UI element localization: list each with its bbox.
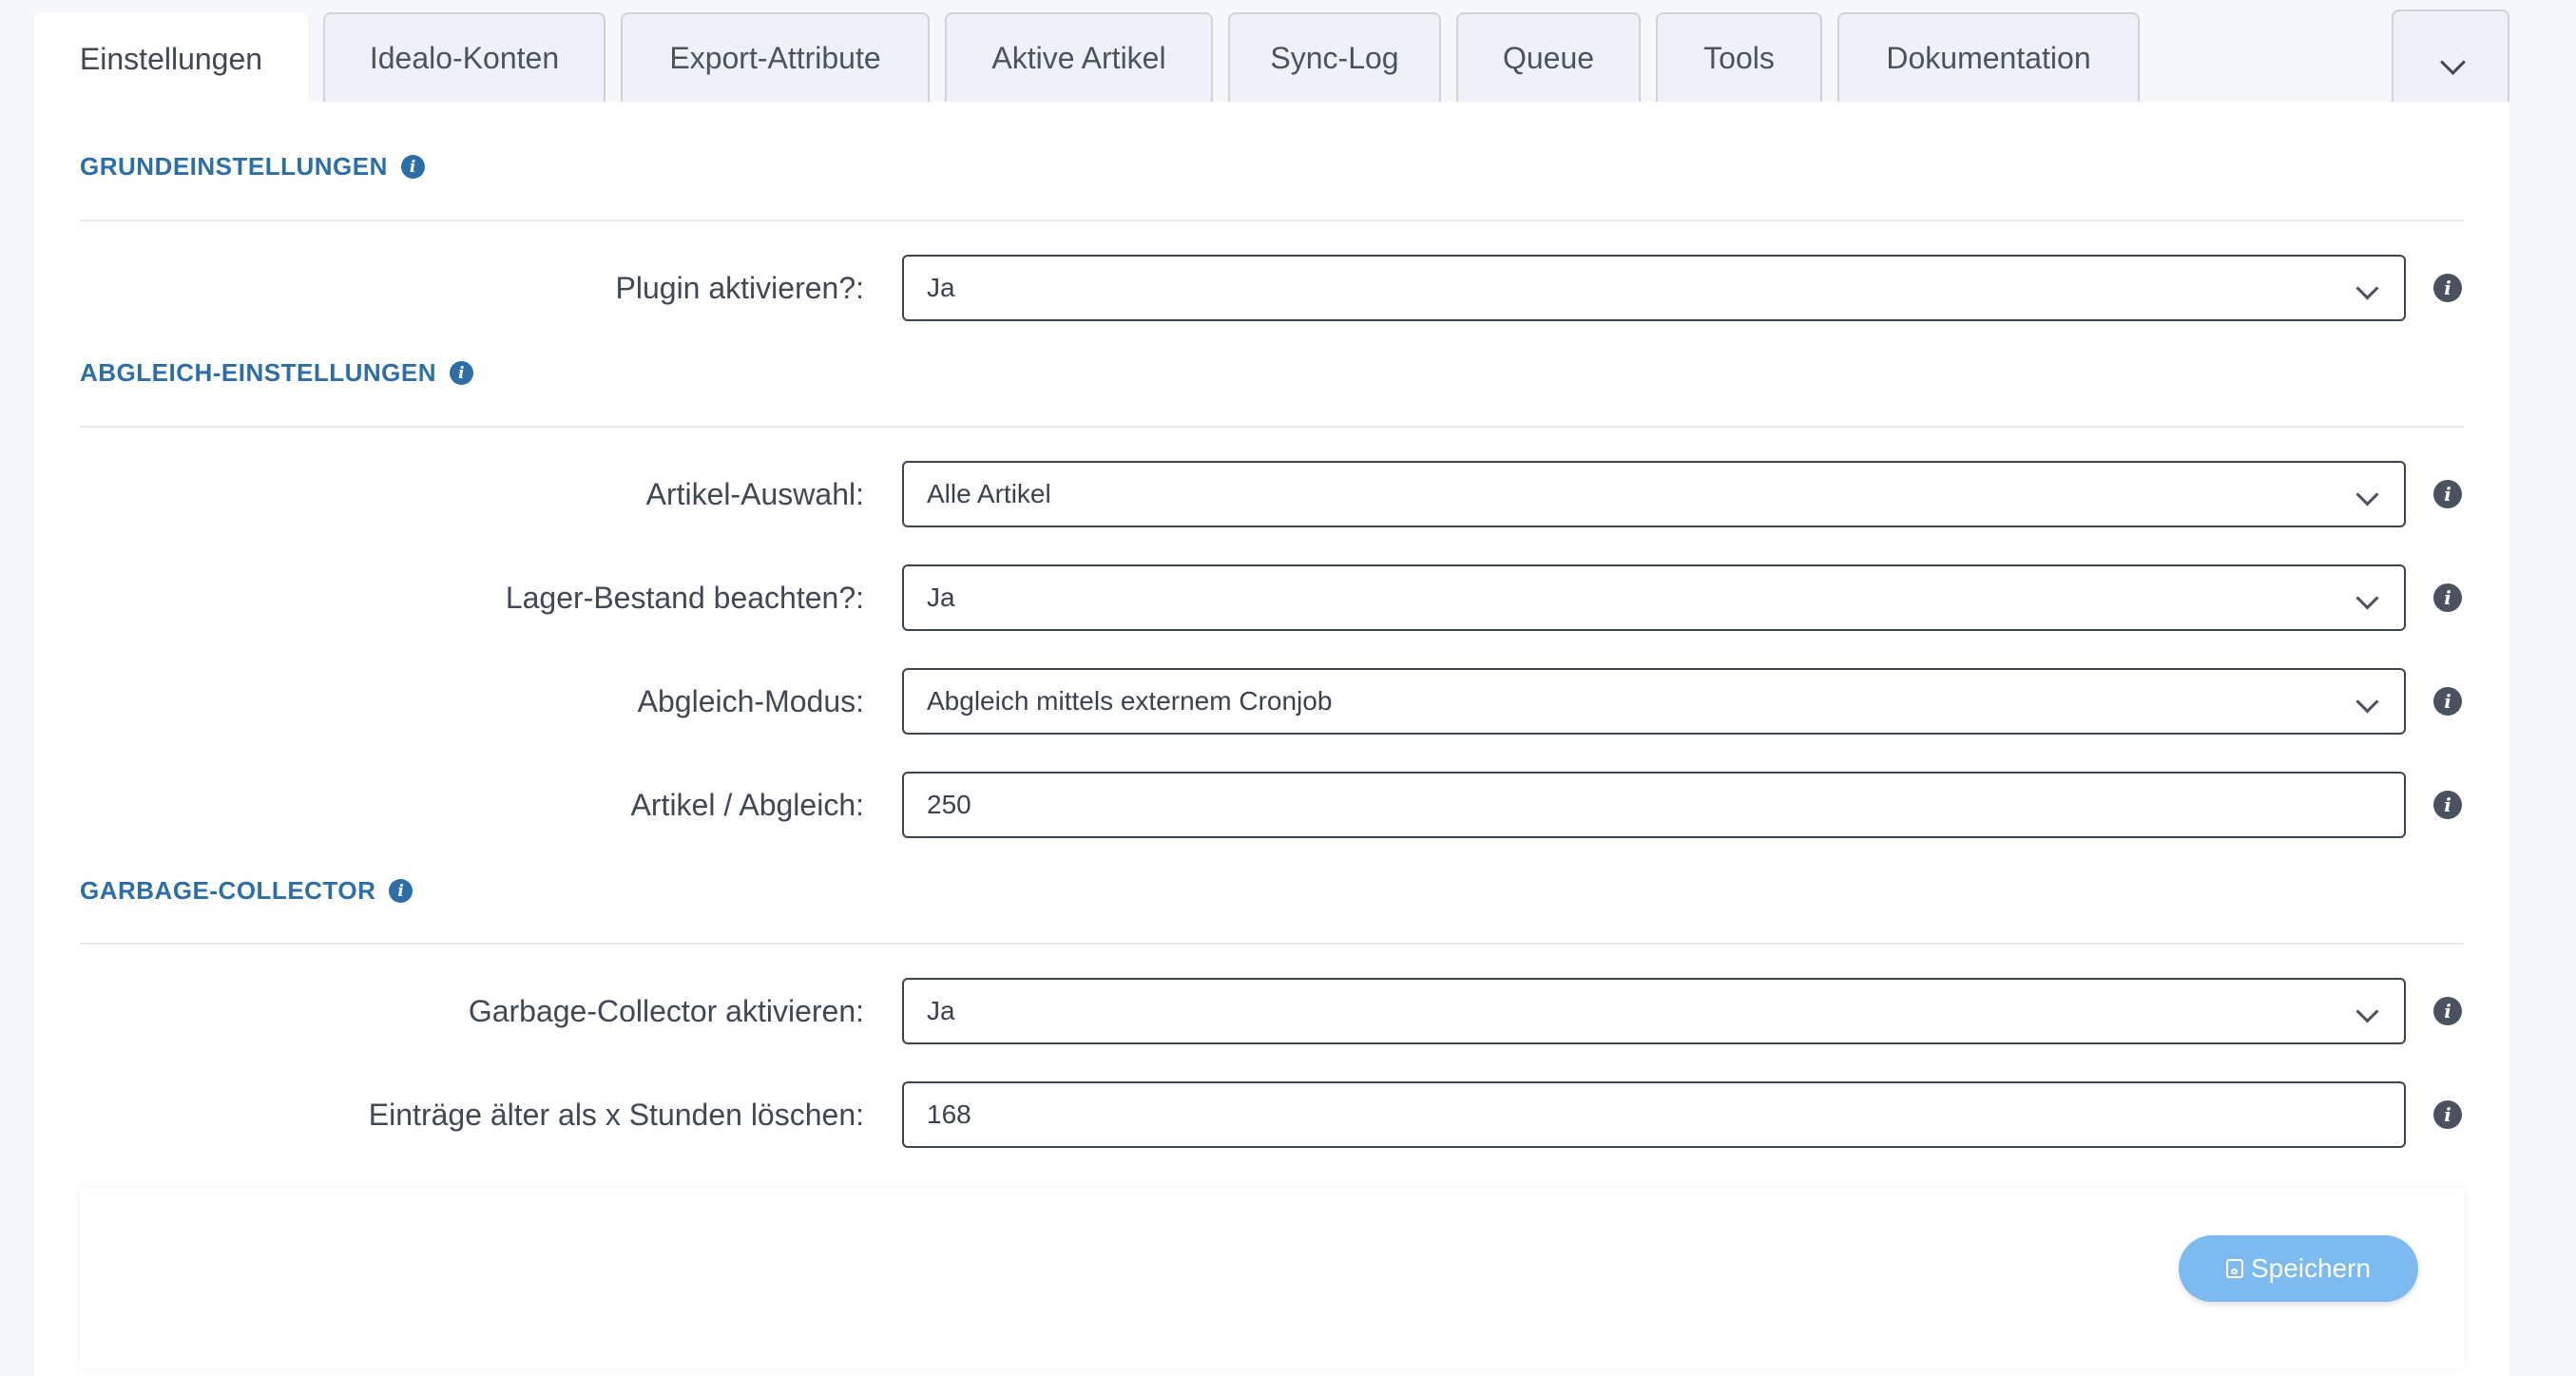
save-icon — [2225, 1259, 2243, 1278]
tab-export-attribute[interactable]: Export-Attribute — [621, 12, 930, 102]
select-value: Abgleich mittels externem Cronjob — [927, 686, 1333, 716]
label-artikel-abgleich: Artikel / Abgleich: — [630, 788, 864, 822]
label-eintraege-loeschen: Einträge älter als x Stunden löschen: — [368, 1098, 864, 1132]
input-eintraege-loeschen[interactable] — [902, 1081, 2406, 1148]
artikel-abgleich-input[interactable] — [927, 790, 2404, 820]
chevron-down-icon — [2355, 483, 2379, 506]
save-button[interactable]: Speichern — [2179, 1235, 2418, 1302]
select-value: Ja — [927, 583, 955, 612]
info-icon[interactable]: i — [2433, 583, 2462, 612]
tab-queue[interactable]: Queue — [1456, 12, 1641, 102]
info-icon[interactable]: i — [389, 879, 413, 903]
info-icon[interactable]: i — [400, 155, 425, 179]
section-abgleich-einstellungen: ABGLEICH-EINSTELLUNGEN i — [80, 358, 473, 388]
info-icon[interactable]: i — [2433, 791, 2462, 819]
tab-tools[interactable]: Tools — [1656, 12, 1822, 102]
section-title-text: GARBAGE-COLLECTOR — [80, 876, 376, 905]
divider — [80, 220, 2464, 221]
chevron-down-icon — [2440, 49, 2466, 75]
label-plugin-aktivieren: Plugin aktivieren?: — [615, 271, 864, 305]
info-icon[interactable]: i — [2433, 1100, 2462, 1129]
select-gc-aktivieren[interactable]: Ja — [902, 978, 2406, 1044]
divider — [80, 943, 2464, 945]
section-garbage-collector: GARBAGE-COLLECTOR i — [80, 876, 413, 906]
more-tabs-dropdown[interactable] — [2392, 10, 2509, 102]
select-artikel-auswahl[interactable]: Alle Artikel — [902, 461, 2406, 527]
label-gc-aktivieren: Garbage-Collector aktivieren: — [468, 994, 864, 1028]
select-value: Ja — [927, 273, 955, 302]
section-title-text: GRUNDEINSTELLUNGEN — [80, 152, 388, 181]
select-lager-bestand[interactable]: Ja — [902, 564, 2406, 631]
label-lager-bestand: Lager-Bestand beachten?: — [505, 581, 864, 615]
input-artikel-abgleich[interactable] — [902, 772, 2406, 838]
label-artikel-auswahl: Artikel-Auswahl: — [645, 477, 864, 511]
chevron-down-icon — [2355, 277, 2379, 300]
eintraege-loeschen-input[interactable] — [927, 1099, 2404, 1130]
section-grundeinstellungen: GRUNDEINSTELLUNGEN i — [80, 152, 425, 182]
tab-sync-log[interactable]: Sync-Log — [1228, 12, 1441, 102]
select-value: Ja — [927, 996, 955, 1025]
divider — [80, 426, 2464, 428]
save-button-label: Speichern — [2250, 1253, 2372, 1283]
select-value: Alle Artikel — [927, 479, 1051, 508]
chevron-down-icon — [2355, 586, 2379, 610]
info-icon[interactable]: i — [2433, 687, 2462, 716]
info-icon[interactable]: i — [450, 361, 473, 385]
section-title-text: ABGLEICH-EINSTELLUNGEN — [80, 358, 436, 387]
tab-einstellungen[interactable]: Einstellungen — [34, 12, 308, 104]
info-icon[interactable]: i — [2433, 480, 2462, 508]
info-icon[interactable]: i — [2433, 274, 2462, 302]
select-plugin-aktivieren[interactable]: Ja — [902, 255, 2406, 321]
tab-idealo-konten[interactable]: Idealo-Konten — [323, 12, 606, 102]
footer-card — [80, 1188, 2464, 1368]
tab-aktive-artikel[interactable]: Aktive Artikel — [945, 12, 1213, 102]
chevron-down-icon — [2355, 690, 2379, 714]
info-icon[interactable]: i — [2433, 997, 2462, 1025]
label-abgleich-modus: Abgleich-Modus: — [637, 684, 864, 718]
select-abgleich-modus[interactable]: Abgleich mittels externem Cronjob — [902, 668, 2406, 735]
tab-dokumentation[interactable]: Dokumentation — [1837, 12, 2140, 102]
chevron-down-icon — [2355, 1000, 2379, 1023]
